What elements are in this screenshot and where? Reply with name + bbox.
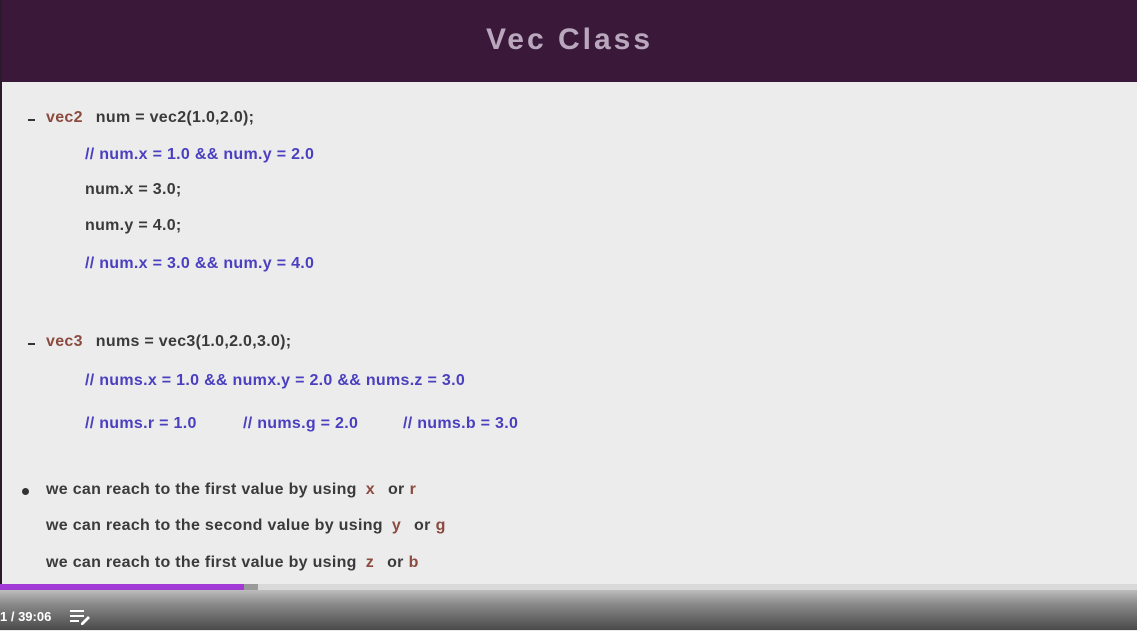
vec2-declaration: vec2 num = vec2(1.0,2.0); (46, 109, 254, 127)
vec3-declaration: vec3 nums = vec3(1.0,2.0,3.0); (46, 333, 291, 351)
slide-title: Vec Class (485, 23, 654, 56)
player-controls: 1 / 39:06 (0, 590, 1137, 630)
vec2-decl-text: num = vec2(1.0,2.0); (95, 109, 255, 126)
time-display: 1 / 39:06 (0, 609, 52, 624)
bullet-accessor-a: z (365, 554, 375, 571)
vec3-comment-b: // nums.b = 3.0 (403, 415, 519, 432)
vec3-comment-xyz: // nums.x = 1.0 && numx.y = 2.0 && nums.… (85, 372, 466, 389)
bullet-dash (28, 343, 35, 345)
bullet-accessor-a: y (391, 517, 402, 534)
bullet-dash (28, 119, 35, 121)
vec3-comment-r: // nums.r = 1.0 (85, 415, 197, 432)
bullet-or: or (387, 554, 404, 571)
bullet-line-3: we can reach to the first value by using… (46, 554, 419, 572)
vec3-keyword: vec3 (46, 333, 83, 350)
bullet-text: we can reach to the first value by using (46, 481, 357, 498)
vec3-comment-g: // nums.g = 2.0 (243, 415, 359, 432)
vec2-assign-y: num.y = 4.0; (85, 217, 182, 234)
slide-header: Vec Class (2, 0, 1137, 82)
bullet-dot (22, 488, 29, 495)
vec2-assign-x: num.x = 3.0; (85, 181, 182, 198)
bullet-line-2: we can reach to the second value by usin… (46, 517, 446, 535)
bullet-or: or (414, 517, 431, 534)
bullet-accessor-b: g (435, 517, 446, 534)
bullet-accessor-a: x (365, 481, 375, 498)
bullet-accessor-b: b (408, 554, 419, 571)
chapters-list-icon[interactable] (68, 608, 92, 626)
vec2-comment-initial: // num.x = 1.0 && num.y = 2.0 (85, 146, 315, 163)
vec3-decl-text: nums = vec3(1.0,2.0,3.0); (95, 333, 292, 350)
vec2-keyword: vec2 (46, 109, 83, 126)
bullet-accessor-b: r (409, 481, 417, 498)
bullet-text: we can reach to the second value by usin… (46, 517, 383, 534)
vec2-comment-updated: // num.x = 3.0 && num.y = 4.0 (85, 255, 315, 272)
bullet-or: or (387, 481, 405, 498)
slide-body: vec2 num = vec2(1.0,2.0); // num.x = 1.0 … (2, 82, 1137, 584)
bullet-line-1: we can reach to the first value by using… (46, 481, 416, 499)
bullet-text: we can reach to the first value by using (46, 554, 357, 571)
